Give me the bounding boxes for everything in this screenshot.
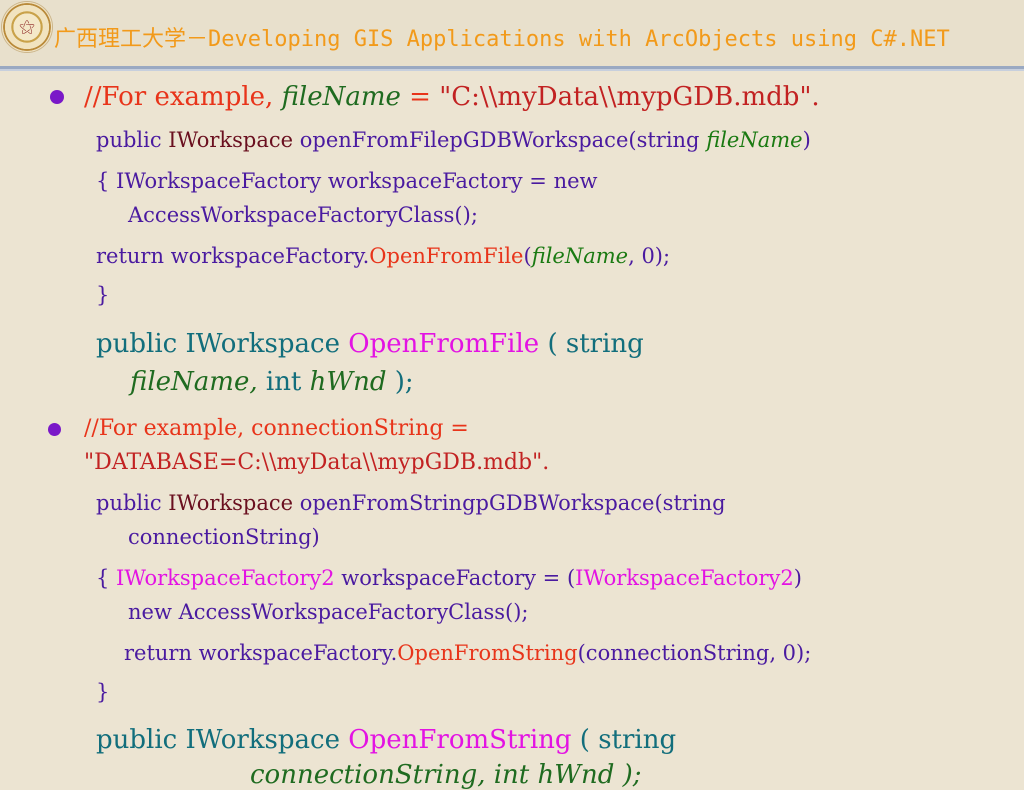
b2-code-line: connectionString) (128, 525, 320, 549)
b1-method-signature: public IWorkspace openFromFilepGDBWorksp… (96, 128, 811, 152)
b1-code-line: { IWorkspaceFactory workspaceFactory = n… (96, 169, 598, 193)
b2-api-signature: public IWorkspace OpenFromString ( strin… (96, 725, 677, 755)
b2-return-line: return workspaceFactory.OpenFromString(c… (124, 641, 812, 665)
b2-factory-line: { IWorkspaceFactory2 workspaceFactory = … (96, 566, 802, 590)
b1-return-line: return workspaceFactory.OpenFromFile(fil… (96, 244, 671, 268)
bullet-1 (50, 90, 64, 104)
b2-code-line: new AccessWorkspaceFactoryClass(); (128, 600, 529, 624)
b2-api-signature-cont: connectionString, int hWnd ); (250, 760, 642, 790)
b2-example-value: "DATABASE=C:\\myData\\mypGDB.mdb". (84, 450, 550, 475)
b1-example-line: //For example, fileName = "C:\\myData\\m… (84, 82, 820, 112)
b2-method-signature: public IWorkspace openFromStringpGDBWork… (96, 491, 726, 515)
bullet-2 (48, 423, 61, 436)
b2-example-line: //For example, connectionString = (84, 416, 469, 441)
b1-code-line: AccessWorkspaceFactoryClass(); (128, 203, 478, 227)
b1-api-signature: public IWorkspace OpenFromFile ( string (96, 329, 644, 359)
b2-close-brace: } (96, 680, 110, 704)
slide-content: //For example, fileName = "C:\\myData\\m… (0, 0, 1024, 790)
b1-close-brace: } (96, 283, 110, 307)
b1-api-signature-cont: fileName, int hWnd ); (130, 367, 414, 397)
